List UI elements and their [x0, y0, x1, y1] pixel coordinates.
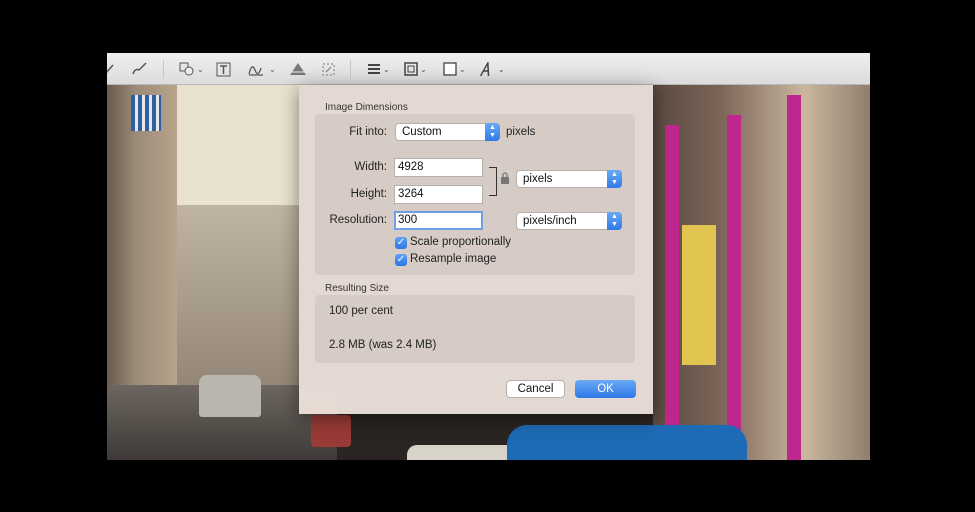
size-unit-popup[interactable]: pixels ▲ ▼: [516, 170, 622, 188]
border-color-icon: [404, 62, 418, 76]
height-label: Height:: [350, 188, 387, 200]
link-bracket: [489, 167, 497, 196]
resolution-unit-value: pixels/inch: [523, 215, 577, 227]
select-tool-button[interactable]: [107, 61, 117, 77]
adjust-size-dialog: Image Dimensions Fit into: Custom ▲ ▼ pix…: [299, 85, 653, 414]
ok-button[interactable]: OK: [575, 380, 636, 398]
sketch-icon: [131, 62, 149, 76]
markup-toolbar: ⌄ ⌄ ⌄ ⌄ ⌄ ⌄: [107, 53, 870, 85]
shapes-button[interactable]: ⌄: [179, 61, 204, 77]
border-color-button[interactable]: ⌄: [404, 61, 427, 77]
text-icon: [216, 62, 231, 77]
width-label: Width:: [354, 161, 387, 173]
chevron-down-icon: ⌄: [383, 64, 390, 74]
resulting-percent: 100 per cent: [329, 305, 393, 317]
popup-arrows-icon: ▲ ▼: [607, 212, 622, 230]
resample-image-checkbox[interactable]: ✓: [395, 254, 407, 266]
photo-yellow-wall: [682, 225, 716, 365]
fit-into-popup[interactable]: Custom ▲ ▼: [395, 123, 500, 141]
chevron-down-icon: ⌄: [269, 64, 276, 74]
fill-color-button[interactable]: ⌄: [443, 61, 466, 77]
text-style-button[interactable]: ⌄: [480, 61, 505, 77]
photo-awning: [131, 95, 161, 131]
chevron-down-icon: ⌄: [420, 64, 427, 74]
text-style-icon: [480, 61, 496, 77]
resolution-label: Resolution:: [329, 214, 387, 226]
sign-button[interactable]: ⌄: [247, 61, 276, 77]
sign-icon: [247, 62, 267, 77]
shape-style-icon: [367, 63, 381, 75]
adjust-color-icon: [289, 62, 307, 76]
lock-icon[interactable]: [500, 172, 510, 187]
select-icon: [107, 62, 117, 76]
chevron-down-icon: ⌄: [459, 64, 466, 74]
scale-proportionally-label[interactable]: Scale proportionally: [410, 236, 511, 248]
adjust-color-button[interactable]: [289, 61, 307, 77]
popup-arrows-icon: ▲ ▼: [485, 123, 500, 141]
photo-pink-column: [727, 115, 741, 460]
adjust-size-button[interactable]: [321, 61, 336, 77]
resolution-unit-popup[interactable]: pixels/inch ▲ ▼: [516, 212, 622, 230]
image-dimensions-title: Image Dimensions: [325, 102, 408, 113]
fit-into-label: Fit into:: [349, 126, 387, 138]
adjust-size-icon: [321, 62, 336, 77]
sketch-button[interactable]: [131, 61, 149, 77]
cancel-button[interactable]: Cancel: [506, 380, 565, 398]
resulting-file-size: 2.8 MB (was 2.4 MB): [329, 339, 437, 351]
photo-red-car: [311, 415, 351, 447]
fit-into-unit-label: pixels: [506, 126, 536, 138]
shape-style-button[interactable]: ⌄: [367, 61, 390, 77]
resample-image-label[interactable]: Resample image: [410, 253, 496, 265]
width-field[interactable]: 4928: [394, 158, 483, 177]
photo-blue-car: [507, 425, 747, 460]
shapes-icon: [179, 62, 195, 76]
height-field[interactable]: 3264: [394, 185, 483, 204]
chevron-down-icon: ⌄: [197, 64, 204, 74]
fill-color-icon: [443, 62, 457, 76]
size-unit-value: pixels: [523, 173, 553, 185]
popup-arrows-icon: ▲ ▼: [607, 170, 622, 188]
photo-pink-column: [665, 125, 679, 460]
preview-window: ⌄ ⌄ ⌄ ⌄ ⌄ ⌄ Image Dimensions Fit into: C…: [107, 53, 870, 460]
chevron-down-icon: ⌄: [498, 64, 505, 74]
photo-silver-car: [199, 375, 261, 417]
toolbar-divider: [350, 60, 351, 78]
resolution-field[interactable]: 300: [394, 211, 483, 230]
text-button[interactable]: [216, 61, 231, 77]
fit-into-value: Custom: [402, 126, 442, 138]
resulting-size-title: Resulting Size: [325, 283, 389, 294]
scale-proportionally-checkbox[interactable]: ✓: [395, 237, 407, 249]
photo-white-car: [407, 445, 517, 460]
photo-building-left: [107, 85, 177, 425]
toolbar-divider: [163, 60, 164, 78]
photo-pink-column: [787, 95, 801, 460]
